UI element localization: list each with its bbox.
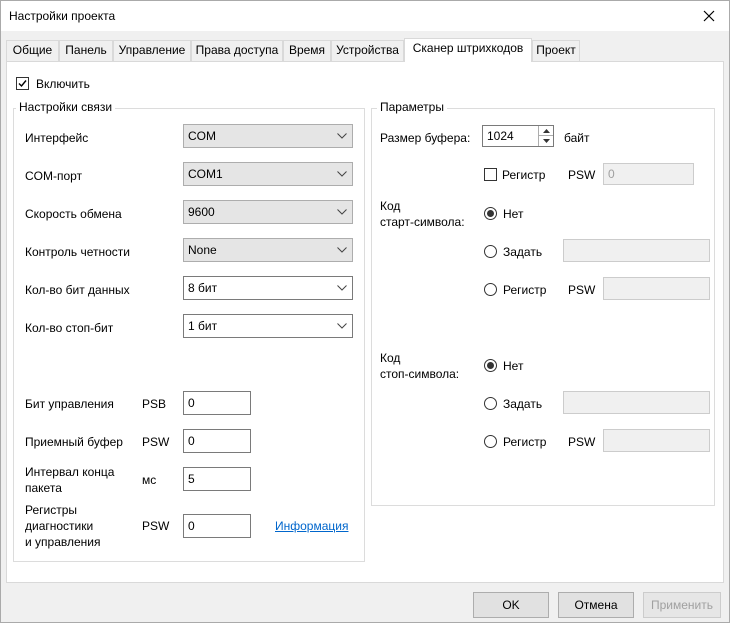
tab-access-rights[interactable]: Права доступа	[191, 40, 283, 61]
interface-label: Интерфейс	[25, 131, 89, 145]
stop-bits-value: 1 бит	[188, 319, 218, 333]
start-register-radio[interactable]	[484, 283, 497, 296]
stop-none-label: Нет	[503, 359, 524, 373]
start-none-label: Нет	[503, 207, 524, 221]
stop-none-radio[interactable]	[484, 359, 497, 372]
packet-interval-label-line2: пакета	[25, 481, 62, 495]
comm-settings-title: Настройки связи	[16, 100, 116, 114]
packet-interval-input[interactable]: 5	[183, 467, 251, 491]
diag-unit: PSW	[142, 519, 170, 533]
checkmark-icon	[18, 80, 27, 88]
tab-control[interactable]: Управление	[113, 40, 191, 61]
baud-value: 9600	[188, 205, 215, 219]
spin-down-icon[interactable]	[539, 136, 553, 145]
tab-barcode-scanner[interactable]: Сканер штрихкодов	[404, 38, 532, 62]
chevron-down-icon	[336, 315, 348, 337]
stop-register-unit: PSW	[568, 435, 596, 449]
buffer-size-value: 1024	[487, 129, 514, 143]
start-none-radio[interactable]	[484, 207, 497, 220]
start-code-label-line1: Код	[380, 199, 401, 213]
stop-bits-label: Кол-во стоп-бит	[25, 321, 114, 335]
stop-register-radio[interactable]	[484, 435, 497, 448]
tab-time[interactable]: Время	[283, 40, 331, 61]
close-button[interactable]	[689, 1, 729, 31]
stop-set-input[interactable]	[563, 391, 710, 414]
tab-general[interactable]: Общие	[6, 40, 59, 61]
buffer-size-spinner[interactable]	[538, 126, 553, 146]
register-input[interactable]: 0	[603, 163, 694, 185]
buffer-size-input[interactable]: 1024	[482, 125, 554, 147]
title-bar: Настройки проекта	[1, 1, 729, 31]
data-bits-label: Кол-во бит данных	[25, 283, 130, 297]
start-set-radio[interactable]	[484, 245, 497, 258]
chevron-down-icon	[336, 277, 348, 299]
chevron-down-icon	[336, 163, 348, 185]
com-port-value: COM1	[188, 167, 223, 181]
packet-interval-label-line1: Интервал конца	[25, 465, 115, 479]
tab-page-barcode-scanner: Включить Настройки связи Интерфейс COM C…	[6, 61, 724, 583]
parity-value: None	[188, 243, 217, 257]
tab-project[interactable]: Проект	[532, 40, 580, 61]
diag-label-line3: и управления	[25, 535, 101, 549]
parity-select[interactable]: None	[183, 238, 353, 262]
enable-label: Включить	[36, 77, 90, 91]
baud-label: Скорость обмена	[25, 207, 122, 221]
recv-buffer-input[interactable]: 0	[183, 429, 251, 453]
control-bit-label: Бит управления	[25, 397, 114, 411]
register-checkbox[interactable]	[484, 168, 497, 181]
diag-label-line2: диагностики	[25, 519, 94, 533]
diag-label-line1: Регистры	[25, 503, 78, 517]
stop-register-label: Регистр	[503, 435, 547, 449]
spin-up-icon[interactable]	[539, 126, 553, 136]
start-set-label: Задать	[503, 245, 543, 259]
buffer-size-label: Размер буфера:	[380, 131, 471, 145]
ok-button[interactable]: OK	[473, 592, 549, 618]
start-code-label-line2: старт-символа:	[380, 215, 465, 229]
parity-label: Контроль четности	[25, 245, 130, 259]
register-unit: PSW	[568, 168, 596, 182]
baud-select[interactable]: 9600	[183, 200, 353, 224]
interface-select[interactable]: COM	[183, 124, 353, 148]
chevron-down-icon	[336, 201, 348, 223]
close-icon	[703, 10, 715, 22]
data-bits-select[interactable]: 8 бит	[183, 276, 353, 300]
apply-button[interactable]: Применить	[643, 592, 721, 618]
com-port-select[interactable]: COM1	[183, 162, 353, 186]
stop-bits-select[interactable]: 1 бит	[183, 314, 353, 338]
recv-buffer-unit: PSW	[142, 435, 170, 449]
diag-input[interactable]: 0	[183, 514, 251, 538]
stop-code-label-line1: Код	[380, 351, 401, 365]
register-label: Регистр	[502, 168, 546, 182]
control-bit-input[interactable]: 0	[183, 391, 251, 415]
stop-register-input[interactable]	[603, 429, 710, 452]
stop-code-label-line2: стоп-символа:	[380, 367, 460, 381]
params-title: Параметры	[377, 100, 447, 114]
start-register-input[interactable]	[603, 277, 710, 300]
info-link[interactable]: Информация	[275, 519, 348, 533]
stop-set-radio[interactable]	[484, 397, 497, 410]
com-port-label: COM-порт	[25, 169, 83, 183]
recv-buffer-label: Приемный буфер	[25, 435, 123, 449]
enable-checkbox[interactable]	[16, 77, 29, 90]
start-set-input[interactable]	[563, 239, 710, 262]
window-title: Настройки проекта	[9, 9, 116, 23]
data-bits-value: 8 бит	[188, 281, 218, 295]
start-register-unit: PSW	[568, 283, 596, 297]
start-register-label: Регистр	[503, 283, 547, 297]
tab-devices[interactable]: Устройства	[331, 40, 404, 61]
tab-panel[interactable]: Панель	[59, 40, 113, 61]
project-settings-dialog: Настройки проекта Общие Панель Управлени…	[0, 0, 730, 623]
packet-interval-unit: мс	[142, 473, 157, 487]
stop-set-label: Задать	[503, 397, 543, 411]
buffer-size-unit: байт	[564, 131, 590, 145]
chevron-down-icon	[336, 239, 348, 261]
control-bit-unit: PSB	[142, 397, 167, 411]
chevron-down-icon	[336, 125, 348, 147]
interface-value: COM	[188, 129, 216, 143]
cancel-button[interactable]: Отмена	[558, 592, 634, 618]
